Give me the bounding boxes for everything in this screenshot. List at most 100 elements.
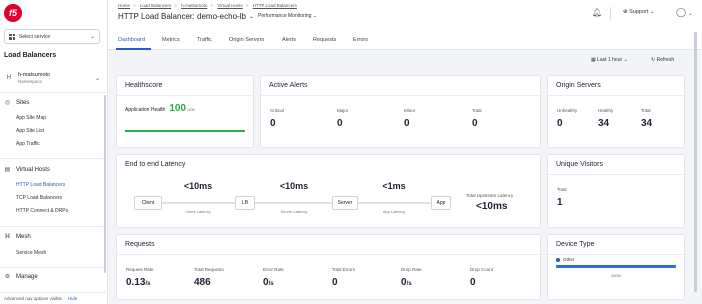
layers-icon: ▤ <box>4 167 11 173</box>
user-menu[interactable]: ◯ ⌄ <box>676 7 693 18</box>
view-select[interactable]: Performance Monitoring ⌄ <box>258 13 317 19</box>
divider <box>0 226 106 227</box>
metric-label: Drop Count <box>470 267 494 272</box>
metric-label: Drop Rate <box>401 267 422 272</box>
chevron-down-icon: ⌄ <box>648 9 655 15</box>
sidebar-item-http-load-balancers[interactable]: HTTP Load Balancers <box>16 182 65 188</box>
latency-connector <box>255 202 333 204</box>
lb-node: LB <box>235 196 255 210</box>
page-title: HTTP Load Balancer: demo-echo-lb <box>118 12 246 21</box>
request-rate-value: 0.13/s <box>126 277 151 288</box>
divider <box>0 92 106 93</box>
tab-traffic[interactable]: Traffic <box>197 37 212 43</box>
divider <box>548 95 684 96</box>
application-health-label: Application Health <box>125 107 166 113</box>
critical-alerts-value: 0 <box>270 118 276 129</box>
tab-origin-servers[interactable]: Origin Servers <box>229 37 264 43</box>
divider <box>0 267 106 268</box>
server-node: Server <box>332 196 358 210</box>
time-range-select[interactable]: ▦ Last 1 hour ⌄ <box>591 57 628 63</box>
namespace-avatar: H <box>6 75 12 81</box>
total-errors-value: 0 <box>332 277 338 288</box>
breadcrumb-virtual-hosts[interactable]: Virtual Hosts <box>217 3 242 8</box>
app-node: App <box>431 196 451 210</box>
f5-logo[interactable]: f5 <box>4 4 22 22</box>
tab-bar: Dashboard Metrics Traffic Origin Servers… <box>108 30 702 50</box>
divider <box>548 254 684 255</box>
hide-link[interactable]: Hide <box>68 296 77 301</box>
unique-visitors-value: 1 <box>557 197 563 208</box>
sidebar-item-app-site-map[interactable]: App Site Map <box>16 115 46 121</box>
sidebar-section-manage[interactable]: ⚙ Manage <box>4 273 38 281</box>
sidebar-title: Load Balancers <box>4 52 57 59</box>
manage-icon: ⚙ <box>4 274 11 280</box>
section-label: Manage <box>16 273 38 280</box>
tab-errors[interactable]: Errors <box>353 37 368 43</box>
active-tab-indicator <box>116 48 151 50</box>
sidebar-item-app-site-list[interactable]: App Site List <box>16 128 44 134</box>
tab-metrics[interactable]: Metrics <box>162 37 180 43</box>
healthy-servers-value: 34 <box>598 118 610 129</box>
chevron-down-icon: ⌄ <box>686 11 693 17</box>
metric-label: Healthy <box>598 108 614 113</box>
chevron-down-icon: ⌄ <box>248 14 254 20</box>
bell-icon[interactable]: 🔔︎ <box>592 8 602 18</box>
unique-visitors-card: Unique Visitors Total 1 <box>547 154 685 228</box>
refresh-button[interactable]: ↻ Refresh <box>651 57 674 63</box>
page-title-dropdown[interactable]: HTTP Load Balancer: demo-echo-lb ⌄ <box>118 12 254 21</box>
client-latency-value: <10ms <box>183 181 213 191</box>
sidebar-section-sites[interactable]: ◎ Sites <box>4 99 29 107</box>
client-node: Client <box>134 196 162 210</box>
card-title: End to end Latency <box>125 161 186 168</box>
sidebar-section-virtual-hosts[interactable]: ▤ Virtual Hosts <box>4 166 50 174</box>
namespace-selector[interactable]: H h-matsumoto Namespace ⌄ <box>4 67 106 89</box>
drop-rate-value: 0/s <box>401 277 412 288</box>
total-latency-label: Total Upstream Latency <box>466 193 514 198</box>
breadcrumb-namespace[interactable]: h-matsumoto <box>181 3 207 8</box>
card-title: Origin Servers <box>556 82 601 89</box>
device-type-bar <box>556 265 676 268</box>
metric-label: Unhealthy <box>557 108 578 113</box>
time-range-label: Last 1 hour <box>597 57 623 63</box>
refresh-label: Refresh <box>656 57 675 63</box>
total-servers-value: 34 <box>641 118 653 129</box>
health-score-denominator: /100 <box>187 107 195 112</box>
tab-dashboard[interactable]: Dashboard <box>118 37 145 43</box>
support-label: Support <box>629 9 649 15</box>
metric-label: Total <box>472 108 482 113</box>
sidebar-scrollbar[interactable] <box>104 95 106 273</box>
sidebar-item-service-mesh[interactable]: Service Mesh <box>16 250 46 256</box>
sidebar-footer: Advanced nav options visible Hide <box>0 292 106 304</box>
error-rate-value: 0/s <box>263 277 274 288</box>
device-legend: Other <box>556 257 574 262</box>
main-scrollbar[interactable] <box>694 32 697 292</box>
sidebar-item-tcp-load-balancers[interactable]: TCP Load Balancers <box>16 195 62 201</box>
minor-alerts-value: 0 <box>404 118 410 129</box>
metric-label: Total Requests <box>194 267 224 272</box>
sidebar-item-http-connect-drps[interactable]: HTTP Connect & DRPs <box>16 208 68 214</box>
tab-alerts[interactable]: Alerts <box>282 37 296 43</box>
sidebar-item-app-traffic[interactable]: App Traffic <box>16 141 40 147</box>
sidebar-section-mesh[interactable]: ⌘ Mesh <box>4 233 31 241</box>
breadcrumb-load-balancers[interactable]: Load Balancers <box>140 3 171 8</box>
breadcrumb: Home > Load Balancers > h-matsumoto > Virtu… <box>118 3 297 8</box>
breadcrumb-http-load-balancers[interactable]: HTTP Load Balancers <box>253 3 297 8</box>
application-health: Application Health 100 /100 <box>125 103 195 114</box>
support-menu[interactable]: ⊕ Support ⌄ <box>623 9 655 15</box>
service-select[interactable]: Select service ⌄ <box>4 29 100 44</box>
tab-requests[interactable]: Requests <box>313 37 336 43</box>
legend-dot <box>556 257 560 262</box>
latency-connector <box>357 202 431 204</box>
header: Home > Load Balancers > h-matsumoto > Virtu… <box>108 0 702 30</box>
service-select-label: Select service <box>19 33 51 40</box>
chevron-down-icon: ⌄ <box>622 57 628 63</box>
health-progress-bar <box>125 130 245 132</box>
divider <box>548 174 684 175</box>
metric-label: Minor <box>404 108 416 113</box>
namespace-label: Namespace <box>18 79 43 84</box>
metric-label: Request Rate <box>126 267 154 272</box>
divider <box>117 95 253 96</box>
breadcrumb-home[interactable]: Home <box>118 3 130 8</box>
latency-connector <box>161 202 235 204</box>
sidebar: f5 Select service ⌄ Load Balancers H h-m… <box>0 0 108 304</box>
